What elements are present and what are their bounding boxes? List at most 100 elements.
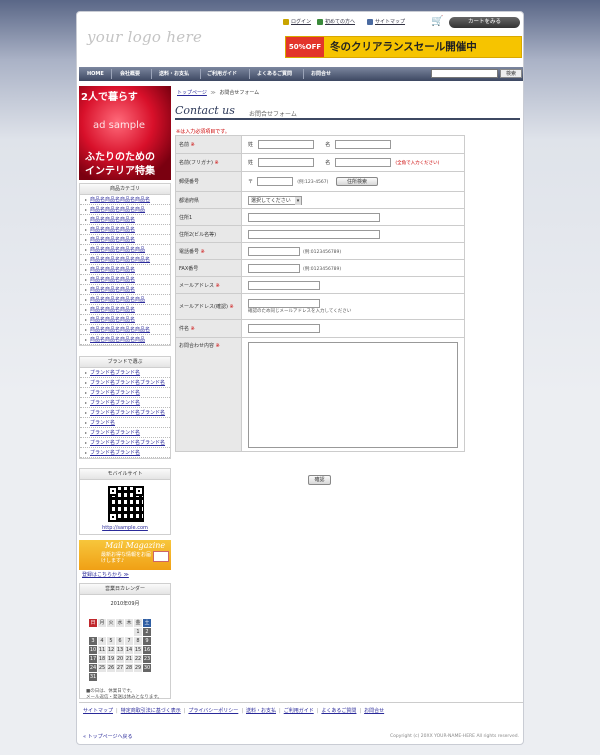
category-item[interactable]: 商品名商品名商品名商品名 [80, 255, 170, 265]
breadcrumb-home[interactable]: トップページ [177, 90, 207, 96]
footer-link[interactable]: ご利用ガイド [284, 708, 314, 714]
message-label: お問合わせ内容 ※ [175, 337, 242, 452]
category-item[interactable]: 商品名商品名商品名商品 [80, 335, 170, 345]
search-button[interactable]: 検索 [500, 69, 522, 78]
brand-item-label: ブランド名ブランド名 [90, 450, 141, 456]
email-input[interactable] [248, 280, 320, 290]
brand-item[interactable]: ブランド名 [80, 418, 170, 428]
email-field-cell [241, 276, 465, 294]
sitemap-link[interactable]: サイトマップ [367, 18, 405, 25]
search-input[interactable] [431, 69, 498, 78]
footer-link[interactable]: 送料・お支払 [246, 708, 276, 714]
message-textarea[interactable] [248, 342, 458, 448]
view-cart-button[interactable]: カートをみる [449, 17, 520, 28]
calendar-weekday: 火 [107, 619, 115, 627]
kana-hint: (全角で入力ください) [395, 161, 440, 166]
footer-separator: | [183, 708, 186, 714]
zip-input[interactable] [256, 177, 293, 186]
footer-link[interactable]: お問合せ [364, 708, 384, 714]
brand-item[interactable]: ブランド名ブランド名ブランド名 [80, 408, 170, 418]
brand-item-label: ブランド名ブランド名ブランド名 [90, 380, 166, 386]
nav-contact[interactable]: お問合せ [311, 67, 331, 81]
qr-finder [134, 486, 144, 496]
brand-item[interactable]: ブランド名ブランド名 [80, 428, 170, 438]
first-name-kana-input[interactable] [334, 158, 391, 167]
address1-label: 住所1 [175, 208, 242, 226]
category-item[interactable]: 商品名商品名商品名 [80, 225, 170, 235]
brand-item[interactable]: ブランド名ブランド名 [80, 398, 170, 408]
required-note: ※は入力必須項目です。 [176, 129, 230, 135]
global-nav: HOME 会社概要 送料・お支払 ご利用ガイド よくあるご質問 お問合せ 検索 [79, 67, 523, 81]
sale-banner-text: 冬のクリアランスセール開催中 [330, 41, 477, 53]
mail-magazine-link[interactable]: 登録はこちらから ≫ [82, 571, 129, 578]
prefecture-select[interactable]: 選択してください ▾ [248, 195, 302, 205]
breadcrumb-separator: ≫ [210, 90, 216, 96]
calendar-day: 14 [125, 646, 133, 654]
footer-separator: | [241, 708, 243, 714]
brand-item[interactable]: ブランド名ブランド名 [80, 448, 170, 458]
brand-item[interactable]: ブランド名ブランド名 [80, 368, 170, 378]
category-item[interactable]: 商品名商品名商品名商品名 [80, 325, 170, 335]
footer-link[interactable]: サイトマップ [83, 708, 113, 714]
confirm-button[interactable]: 確認 [308, 475, 331, 485]
nav-shipping[interactable]: 送料・お支払 [159, 67, 189, 81]
calendar-weekday: 日 [89, 619, 97, 627]
calendar-day: 17 [89, 655, 97, 663]
calendar-day: 3 [89, 637, 97, 645]
category-item[interactable]: 商品名商品名商品名商品 [80, 295, 170, 305]
address2-input[interactable] [248, 229, 380, 239]
calendar-day: 31 [89, 673, 97, 681]
footer-separator: | [279, 708, 281, 714]
mail-magazine-banner[interactable]: Mail Magazine 最新お得な情報をお届けします♪ [79, 540, 171, 570]
cart-icon[interactable]: 🛒 [431, 17, 443, 27]
fax-input[interactable] [248, 263, 300, 273]
brand-item[interactable]: ブランド名ブランド名ブランド名 [80, 378, 170, 388]
mobile-url-link[interactable]: http://sample.com [80, 525, 170, 531]
first-time-link[interactable]: 初めての方へ [317, 18, 355, 25]
login-link[interactable]: ログイン [283, 18, 311, 25]
last-name-kana-input[interactable] [257, 158, 314, 167]
category-item-label: 商品名商品名商品名 [90, 277, 136, 283]
mobile-box: http://sample.com [79, 480, 171, 535]
calendar-day: 13 [116, 646, 124, 654]
subject-input[interactable] [248, 324, 320, 333]
first-name-input[interactable] [334, 140, 391, 149]
site-logo[interactable]: your logo here [87, 28, 202, 46]
category-item[interactable]: 商品名商品名商品名 [80, 305, 170, 315]
category-item[interactable]: 商品名商品名商品名商品名 [80, 195, 170, 205]
category-item-label: 商品名商品名商品名商品 [90, 207, 146, 213]
brand-item[interactable]: ブランド名ブランド名 [80, 388, 170, 398]
side-ad-banner[interactable]: 2人で暮らす ad sample ふたりのための インテリア特集 [79, 86, 171, 180]
brand-item[interactable]: ブランド名ブランド名ブランド名 [80, 438, 170, 448]
nav-faq[interactable]: よくあるご質問 [257, 67, 292, 81]
category-item[interactable]: 商品名商品名商品名 [80, 285, 170, 295]
kana-field-cell: 姓 名 (全角で入力ください) [241, 153, 465, 172]
sale-banner[interactable]: 50%OFF 冬のクリアランスセール開催中 [285, 36, 522, 58]
pref-field-cell: 選択してください ▾ [241, 191, 465, 209]
email-label: メールアドレス ※ [175, 276, 242, 294]
category-item[interactable]: 商品名商品名商品名 [80, 315, 170, 325]
nav-company[interactable]: 会社概要 [120, 67, 140, 81]
category-item[interactable]: 商品名商品名商品名 [80, 275, 170, 285]
category-item-label: 商品名商品名商品名 [90, 267, 136, 273]
address1-input[interactable] [248, 212, 380, 222]
back-to-top-link[interactable]: « トップページへ戻る [83, 733, 133, 740]
address-search-button[interactable]: 住所検索 [336, 177, 378, 186]
category-item[interactable]: 商品名商品名商品名 [80, 265, 170, 275]
last-name-input[interactable] [257, 140, 314, 149]
category-item[interactable]: 商品名商品名商品名商品 [80, 245, 170, 255]
qr-finder [108, 486, 118, 496]
tel-input[interactable] [248, 246, 300, 256]
category-item-label: 商品名商品名商品名 [90, 237, 136, 243]
category-item[interactable]: 商品名商品名商品名 [80, 235, 170, 245]
footer-link[interactable]: 特定商取引法に基づく表示 [121, 708, 181, 714]
nav-guide[interactable]: ご利用ガイド [207, 67, 237, 81]
footer-link[interactable]: プライバシーポリシー [188, 708, 238, 714]
category-item[interactable]: 商品名商品名商品名商品 [80, 205, 170, 215]
page-title-jp: お問合せフォーム [249, 111, 297, 118]
footer-link[interactable]: よくあるご質問 [321, 708, 356, 714]
email-confirm-input[interactable] [248, 299, 320, 308]
calendar-day: 24 [89, 664, 97, 672]
nav-home[interactable]: HOME [87, 67, 104, 81]
category-item[interactable]: 商品名商品名商品名 [80, 215, 170, 225]
